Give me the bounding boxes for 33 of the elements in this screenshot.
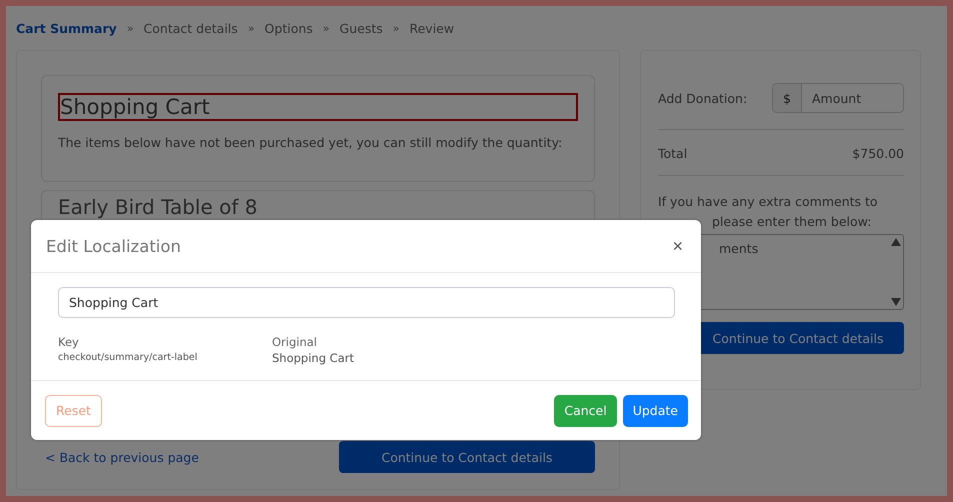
key-label: Key (58, 334, 80, 350)
original-label: Original (272, 334, 318, 350)
total-label: Total (658, 146, 688, 161)
breadcrumb-link[interactable]: Cart Summary (16, 20, 117, 36)
back-link[interactable]: < Back to previous page (45, 450, 199, 464)
key-value: checkout/summary/cart-label (58, 351, 198, 365)
cancel-button[interactable]: Cancel (554, 394, 617, 426)
breadcrumb-link[interactable]: Contact details (144, 20, 238, 36)
breadcrumb-separator: » (392, 22, 400, 34)
amount-field[interactable]: $ Amount (772, 83, 904, 113)
total-value: $750.00 (852, 146, 904, 161)
breadcrumb-separator: » (126, 22, 134, 34)
reset-button[interactable]: Reset (45, 394, 102, 426)
scroll-up-icon[interactable] (891, 238, 901, 246)
breadcrumb-link[interactable]: Options (264, 20, 313, 36)
comments-text: If you have any extra comments to (658, 193, 879, 211)
update-button[interactable]: Update (622, 394, 688, 426)
continue-button[interactable]: Continue to Contact details (338, 441, 595, 473)
donation-label: Add Donation: (658, 90, 748, 106)
dialog-title: Edit Localization (46, 236, 181, 256)
cart-title: Shopping Cart (58, 93, 578, 121)
original-value: Shopping Cart (272, 350, 355, 366)
translation-field[interactable]: Shopping Cart (58, 287, 675, 318)
item-title: Early Bird Table of 8 (58, 195, 259, 219)
close-button[interactable]: × (668, 236, 687, 256)
currency-addon: $ (773, 84, 802, 112)
comments-text: please enter them below: (711, 213, 872, 231)
breadcrumb-link[interactable]: Review (409, 20, 454, 36)
breadcrumb-separator: » (248, 22, 255, 34)
cart-description: The items below have not been purchased yet, you can still modify the quantity: (58, 135, 564, 150)
breadcrumb-separator: » (322, 22, 330, 34)
scroll-down-icon[interactable] (891, 298, 901, 306)
breadcrumb-link[interactable]: Guests (340, 20, 383, 36)
